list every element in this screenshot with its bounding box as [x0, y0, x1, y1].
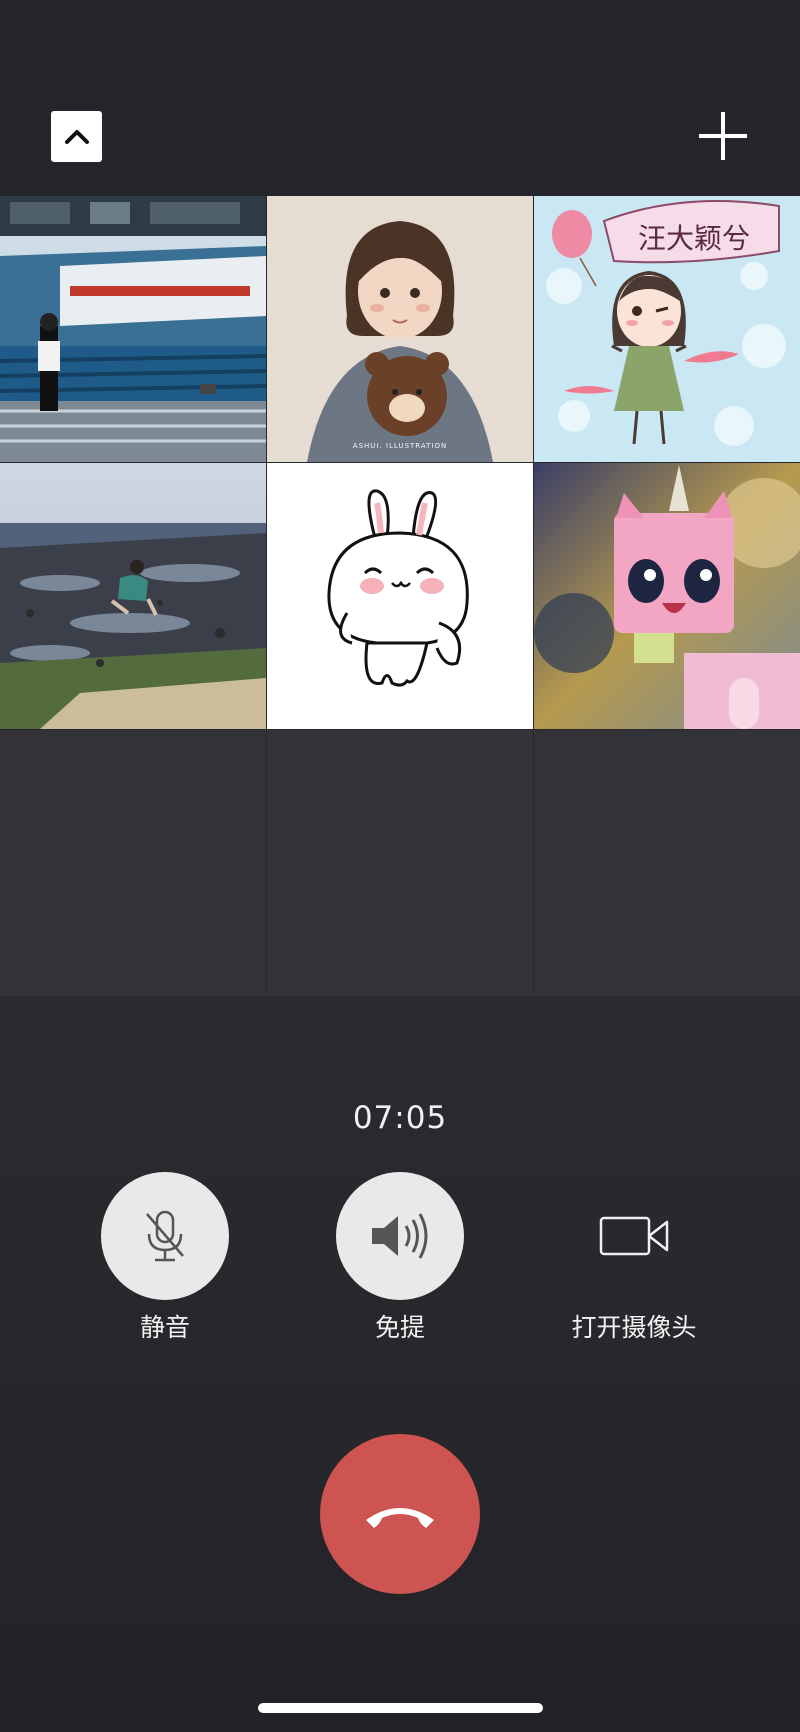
hangup-button[interactable] — [320, 1434, 480, 1594]
illustration-caption: ASHUI. ILLUSTRATION — [353, 442, 447, 450]
phone-hangup-icon — [366, 1508, 434, 1528]
empty-slot — [534, 730, 800, 996]
avatar — [534, 463, 800, 729]
cartoon-caption: 汪大颖兮 — [638, 222, 750, 255]
participants-grid: ASHUI. ILLUSTRATION 汪大颖兮 — [0, 196, 800, 996]
plus-icon — [699, 112, 747, 160]
call-duration: 07:05 — [352, 1100, 448, 1136]
mute-control: 静音 — [75, 1172, 255, 1344]
participant-tile-3[interactable]: 汪大颖兮 — [534, 196, 800, 462]
camera-button[interactable] — [570, 1172, 698, 1300]
speaker-button[interactable] — [336, 1172, 464, 1300]
empty-slot — [267, 730, 533, 996]
microphone-muted-icon — [146, 1210, 184, 1262]
home-indicator[interactable] — [258, 1703, 543, 1713]
avatar — [0, 463, 266, 729]
participant-tile-6[interactable] — [534, 463, 800, 729]
avatar: 汪大颖兮 — [534, 196, 800, 462]
speaker-control: 免提 — [310, 1172, 490, 1344]
avatar — [0, 196, 266, 462]
participant-tile-2[interactable]: ASHUI. ILLUSTRATION — [267, 196, 533, 462]
video-camera-icon — [599, 1216, 669, 1256]
chevron-up-icon — [64, 129, 89, 144]
speaker-label: 免提 — [374, 1313, 425, 1342]
avatar — [267, 463, 533, 729]
collapse-button[interactable] — [51, 111, 102, 162]
mute-label: 静音 — [139, 1313, 190, 1342]
camera-label: 打开摄像头 — [571, 1313, 697, 1342]
participant-tile-5[interactable] — [267, 463, 533, 729]
participant-tile-1[interactable] — [0, 196, 266, 462]
avatar: ASHUI. ILLUSTRATION — [267, 196, 533, 462]
participant-tile-4[interactable] — [0, 463, 266, 729]
camera-control: 打开摄像头 — [544, 1172, 724, 1344]
mute-button[interactable] — [101, 1172, 229, 1300]
add-participant-button[interactable] — [695, 108, 751, 164]
speaker-icon — [372, 1213, 428, 1259]
empty-slot — [0, 730, 266, 996]
